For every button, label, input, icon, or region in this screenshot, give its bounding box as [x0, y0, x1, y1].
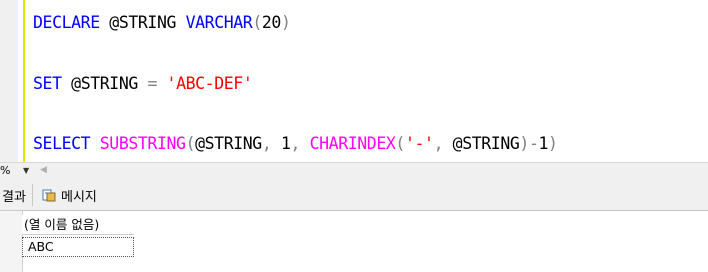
zoom-level[interactable]: %: [0, 163, 10, 178]
type-varchar: VARCHAR: [185, 13, 253, 32]
messages-icon: [42, 188, 56, 202]
results-grid[interactable]: (열 이름 없음) ABC: [0, 211, 708, 272]
variable-string: @STRING: [109, 13, 177, 32]
number-literal: 1: [538, 134, 549, 153]
column-header[interactable]: (열 이름 없음): [22, 215, 134, 235]
tab-results-label: 결과: [2, 189, 26, 205]
grid-cell[interactable]: ABC: [22, 237, 134, 257]
comma: ,: [433, 134, 444, 153]
editor-status-bar: % ▼ ◀: [0, 162, 708, 178]
function-charindex: CHARINDEX: [309, 134, 396, 153]
results-tab-bar: 결과 메시지: [0, 178, 708, 211]
function-substring: SUBSTRING: [99, 134, 186, 153]
paren-close: ): [519, 134, 529, 153]
code-line-declare[interactable]: DECLARE @STRING VARCHAR(20): [33, 13, 291, 33]
number-literal: 1: [280, 134, 291, 153]
comma: ,: [261, 134, 272, 153]
scroll-left-arrow-icon[interactable]: ◀: [40, 163, 47, 178]
change-tracking-bar: [23, 0, 25, 162]
keyword-select: SELECT: [33, 134, 91, 153]
row-header-column: [0, 211, 23, 272]
tab-messages[interactable]: 메시지: [38, 184, 97, 206]
comma: ,: [290, 134, 301, 153]
operator-minus: -: [528, 134, 539, 153]
zoom-dropdown-arrow-icon[interactable]: ▼: [23, 163, 29, 178]
paren-open: (: [185, 134, 196, 153]
paren-open: (: [395, 134, 405, 153]
paren-close: ): [280, 13, 291, 32]
paren-open: (: [252, 13, 262, 32]
tab-results[interactable]: 결과: [0, 184, 33, 206]
editor-gutter: [0, 0, 18, 162]
keyword-set: SET: [33, 74, 62, 93]
variable-string: @STRING: [71, 74, 138, 93]
code-line-set[interactable]: SET @STRING = 'ABC-DEF': [33, 74, 253, 94]
string-literal: 'ABC-DEF': [166, 74, 253, 93]
code-line-select[interactable]: SELECT SUBSTRING(@STRING, 1, CHARINDEX('…: [33, 134, 558, 154]
paren-close: ): [548, 134, 558, 153]
keyword-declare: DECLARE: [33, 13, 100, 32]
varchar-size: 20: [261, 13, 281, 32]
variable-string: @STRING: [195, 134, 262, 153]
query-editor[interactable]: DECLARE @STRING VARCHAR(20) SET @STRING …: [0, 0, 708, 162]
variable-string: @STRING: [452, 134, 520, 153]
tab-messages-label: 메시지: [61, 189, 97, 205]
string-literal: '-': [404, 134, 434, 153]
operator-equals: =: [147, 74, 157, 93]
